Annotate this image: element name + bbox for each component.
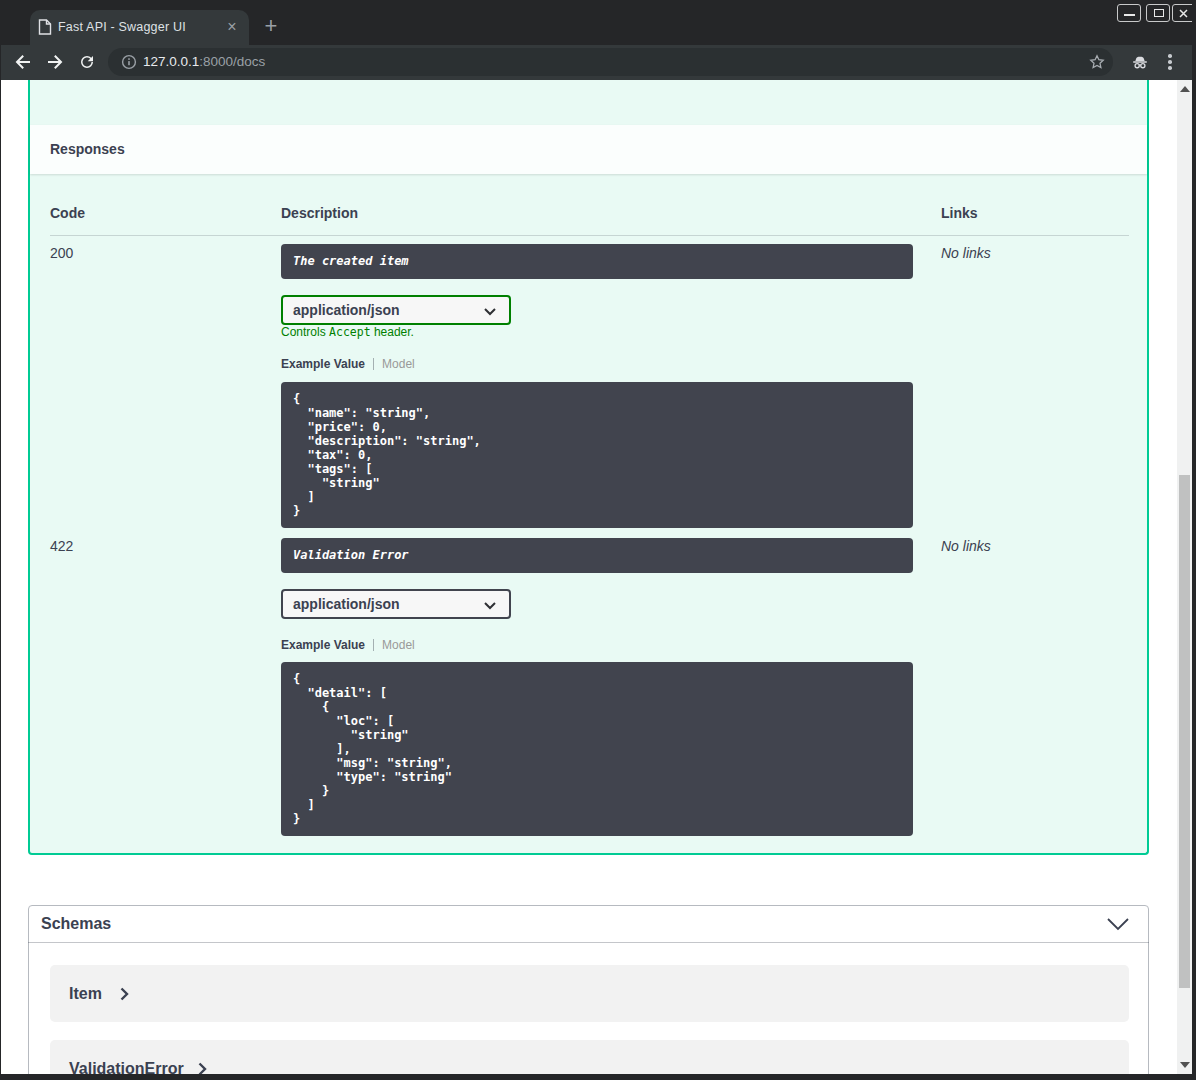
response-links-200: No links (941, 245, 991, 261)
response-links-422: No links (941, 538, 991, 554)
media-type-value-200: application/json (293, 302, 400, 318)
example-model-tabs-422: Example Value Model (281, 638, 415, 652)
response-description-422: Validation Error (281, 538, 913, 573)
url-host: 127.0.0.1 (143, 54, 199, 69)
incognito-icon (1130, 52, 1150, 72)
titlebar: Fast API - Swagger UI × + (0, 0, 1196, 45)
schema-item-label: Item (69, 965, 102, 1022)
window-border-left (0, 0, 1, 1080)
table-header-divider (50, 235, 1129, 236)
reload-button[interactable] (78, 53, 96, 71)
column-header-links: Links (941, 205, 978, 221)
tab-example-value-422[interactable]: Example Value (281, 638, 365, 652)
scrollbar-thumb[interactable] (1179, 475, 1190, 988)
window-border-right (1192, 0, 1196, 1080)
back-button[interactable] (14, 53, 32, 71)
minimize-icon (1124, 14, 1135, 16)
maximize-icon (1154, 9, 1164, 17)
media-type-value-422: application/json (293, 596, 400, 612)
responses-section-header (30, 125, 1147, 174)
example-model-tabs-200: Example Value Model (281, 357, 415, 371)
browser-menu-icon[interactable] (1167, 53, 1173, 71)
media-type-select-200[interactable]: application/json (281, 295, 511, 325)
site-info-icon[interactable] (121, 54, 137, 70)
schemas-collapse-chevron-icon[interactable] (1107, 918, 1129, 931)
media-type-select-422[interactable]: application/json (281, 589, 511, 619)
page-content: Responses Code Description Links 200 The… (1, 80, 1192, 1074)
tab-close-icon[interactable]: × (220, 10, 244, 45)
responses-title: Responses (50, 125, 125, 174)
expand-chevron-icon (120, 987, 129, 1001)
response-code-200: 200 (50, 245, 73, 261)
example-json-200: { "name": "string", "price": 0, "descrip… (281, 382, 913, 528)
schemas-header[interactable] (28, 905, 1149, 943)
controls-accept-note: Controls Accept header. (281, 325, 414, 339)
page-favicon-icon (38, 19, 52, 35)
response-code-422: 422 (50, 538, 73, 554)
url-path: :8000/docs (199, 54, 265, 69)
column-header-code: Code (50, 205, 85, 221)
tab-title: Fast API - Swagger UI (58, 10, 186, 45)
close-icon (1179, 9, 1188, 18)
new-tab-button[interactable]: + (258, 13, 284, 41)
window-border-bottom (0, 1074, 1196, 1080)
tab-model-200[interactable]: Model (382, 357, 415, 371)
window-maximize-button[interactable] (1146, 4, 1170, 22)
scrollbar-down-arrow[interactable] (1180, 1062, 1190, 1068)
response-description-200: The created item (281, 244, 913, 279)
forward-button[interactable] (46, 53, 64, 71)
tab-model-422[interactable]: Model (382, 638, 415, 652)
bookmark-star-icon[interactable] (1088, 53, 1106, 71)
schema-model-item[interactable]: Item (50, 965, 1129, 1022)
select-chevron-icon (484, 308, 496, 316)
scrollbar-up-arrow[interactable] (1180, 86, 1190, 92)
schemas-title: Schemas (41, 905, 111, 943)
window-minimize-button[interactable] (1117, 4, 1141, 22)
example-json-422: { "detail": [ { "loc": [ "string" ], "ms… (281, 662, 913, 836)
browser-tab[interactable]: Fast API - Swagger UI × (30, 10, 249, 45)
browser-toolbar: 127.0.0.1:8000/docs (0, 45, 1196, 80)
select-chevron-icon (484, 602, 496, 610)
tab-example-value-200[interactable]: Example Value (281, 357, 365, 371)
column-header-description: Description (281, 205, 358, 221)
url-text[interactable]: 127.0.0.1:8000/docs (143, 48, 265, 76)
